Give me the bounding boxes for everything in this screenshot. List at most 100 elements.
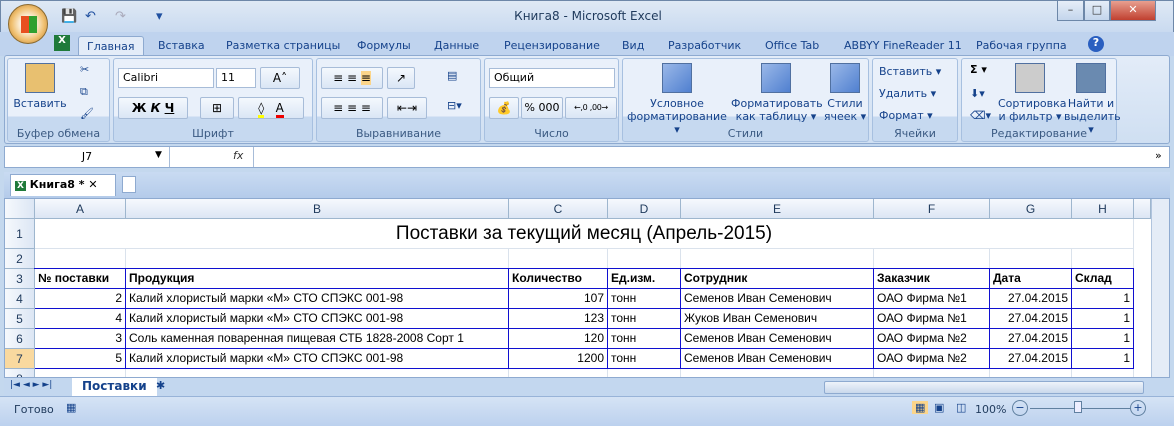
tab-home[interactable]: Главная xyxy=(78,36,144,56)
vertical-align-buttons[interactable]: ≡ ≡ ≡ xyxy=(321,67,383,89)
name-box-dropdown-icon[interactable]: ▼ xyxy=(155,150,162,160)
insert-sheet-icon[interactable]: ✱ xyxy=(156,379,165,392)
borders-button[interactable]: ⊞ xyxy=(200,97,234,119)
cell[interactable] xyxy=(990,249,1072,269)
table-cell[interactable]: 27.04.2015 xyxy=(990,329,1072,349)
column-header-E[interactable]: E xyxy=(681,199,874,219)
cell[interactable] xyxy=(1072,369,1134,377)
format-painter-icon[interactable]: 🖌 xyxy=(80,107,94,120)
macro-record-icon[interactable]: ▦ xyxy=(66,401,76,414)
table-cell[interactable]: Семенов Иван Семенович xyxy=(681,349,874,369)
increase-decimal-button[interactable]: ←,0 xyxy=(574,103,588,112)
row-header-8[interactable]: 8 xyxy=(5,369,35,377)
table-cell[interactable]: 107 xyxy=(509,289,608,309)
row-header-1[interactable]: 1 xyxy=(5,219,35,249)
insert-function-button[interactable]: fx xyxy=(233,149,243,162)
table-cell[interactable]: 120 xyxy=(509,329,608,349)
paste-button[interactable]: Вставить xyxy=(12,63,68,110)
cell[interactable] xyxy=(126,249,509,269)
table-cell[interactable]: 27.04.2015 xyxy=(990,289,1072,309)
copy-icon[interactable]: ⧉ xyxy=(80,85,88,99)
column-header-B[interactable]: B xyxy=(126,199,509,219)
cell[interactable] xyxy=(681,249,874,269)
table-header-cell[interactable]: № поставки xyxy=(35,269,126,289)
table-cell[interactable]: ОАО Фирма №1 xyxy=(874,289,990,309)
table-cell[interactable]: 123 xyxy=(509,309,608,329)
save-icon[interactable]: 💾 xyxy=(61,9,77,24)
cell[interactable] xyxy=(608,369,681,377)
table-cell[interactable]: Калий хлористый марки «М» СТО СПЭКС 001-… xyxy=(126,309,509,329)
cut-icon[interactable]: ✂ xyxy=(80,63,89,76)
cell[interactable] xyxy=(874,249,990,269)
table-cell[interactable]: 1 xyxy=(1072,329,1134,349)
table-cell[interactable]: Семенов Иван Семенович xyxy=(681,329,874,349)
decimal-buttons[interactable]: ←,0 ,00→ xyxy=(565,97,617,119)
italic-button[interactable]: К xyxy=(151,101,161,115)
page-layout-view-icon[interactable]: ▣ xyxy=(934,401,944,414)
cell[interactable] xyxy=(35,249,126,269)
font-name-select[interactable]: Calibri xyxy=(118,68,214,88)
thousands-button[interactable]: 000 xyxy=(538,101,559,114)
table-cell[interactable]: Калий хлористый марки «М» СТО СПЭКС 001-… xyxy=(126,349,509,369)
table-cell[interactable]: Жуков Иван Семенович xyxy=(681,309,874,329)
office-button[interactable] xyxy=(8,4,48,44)
help-icon[interactable]: ? xyxy=(1088,36,1104,52)
tab-page-layout[interactable]: Разметка страницы xyxy=(218,36,348,56)
tab-abbyy[interactable]: ABBYY FineReader 11 xyxy=(836,36,970,56)
workbook-tab[interactable]: X Книга8 * ✕ xyxy=(10,174,116,196)
sheet-tab-postavki[interactable]: Поставки xyxy=(72,378,157,396)
cell[interactable] xyxy=(35,369,126,377)
column-header-A[interactable]: A xyxy=(35,199,126,219)
table-header-cell[interactable]: Дата xyxy=(990,269,1072,289)
clear-icon[interactable]: ⌫▾ xyxy=(970,109,991,122)
bold-button[interactable]: Ж xyxy=(132,101,147,115)
delete-cells-button[interactable]: Удалить ▾ xyxy=(879,87,936,100)
table-cell[interactable]: 27.04.2015 xyxy=(990,349,1072,369)
tab-review[interactable]: Рецензирование xyxy=(496,36,608,56)
font-size-select[interactable]: 11 xyxy=(216,68,256,88)
cell[interactable] xyxy=(990,369,1072,377)
table-cell[interactable]: тонн xyxy=(608,329,681,349)
sort-filter-button[interactable]: Сортировка и фильтр ▾ xyxy=(998,63,1067,123)
expand-formula-bar-icon[interactable]: » xyxy=(1155,149,1162,162)
table-cell[interactable]: 5 xyxy=(35,349,126,369)
find-select-button[interactable]: Найти и выделить ▾ xyxy=(1064,63,1121,136)
percent-thousands-buttons[interactable]: % 000 xyxy=(521,97,563,119)
vertical-scrollbar[interactable] xyxy=(1151,199,1169,377)
normal-view-icon[interactable]: ▦ xyxy=(912,401,929,414)
cell[interactable] xyxy=(1072,249,1134,269)
table-cell[interactable]: 1200 xyxy=(509,349,608,369)
currency-button[interactable]: 💰 xyxy=(489,97,519,119)
cell[interactable] xyxy=(874,369,990,377)
table-cell[interactable]: Калий хлористый марки «М» СТО СПЭКС 001-… xyxy=(126,289,509,309)
autosum-button[interactable]: Σ ▾ xyxy=(970,63,987,76)
underline-button[interactable]: Ч xyxy=(165,101,175,115)
table-header-cell[interactable]: Склад xyxy=(1072,269,1134,289)
formula-input[interactable] xyxy=(253,147,1153,167)
page-break-view-icon[interactable]: ◫ xyxy=(956,401,966,414)
table-header-cell[interactable]: Ед.изм. xyxy=(608,269,681,289)
undo-icon[interactable]: ↶ xyxy=(85,9,96,24)
column-header-C[interactable]: C xyxy=(509,199,608,219)
row-header-3[interactable]: 3 xyxy=(5,269,35,289)
sheet-nav-buttons[interactable]: |◄ ◄ ► ►| xyxy=(10,380,52,390)
table-header-cell[interactable]: Заказчик xyxy=(874,269,990,289)
close-button[interactable]: ✕ xyxy=(1110,1,1156,21)
percent-button[interactable]: % xyxy=(525,101,535,114)
spreadsheet-grid[interactable]: ABCDEFGH12345678Поставки за текущий меся… xyxy=(4,198,1170,378)
select-all-corner[interactable] xyxy=(5,199,35,219)
table-cell[interactable]: 2 xyxy=(35,289,126,309)
decrease-decimal-button[interactable]: ,00→ xyxy=(590,103,609,112)
table-cell[interactable]: тонн xyxy=(608,309,681,329)
column-header-G[interactable]: G xyxy=(990,199,1072,219)
fill-color-icon[interactable]: ◊ xyxy=(258,101,265,118)
table-header-cell[interactable]: Количество xyxy=(509,269,608,289)
close-workbook-icon[interactable]: ✕ xyxy=(88,178,97,191)
conditional-formatting-button[interactable]: Условное форматирование ▾ xyxy=(627,63,727,136)
cell[interactable] xyxy=(681,369,874,377)
bold-italic-underline[interactable]: Ж К Ч xyxy=(118,97,188,119)
table-cell[interactable]: тонн xyxy=(608,349,681,369)
table-cell[interactable]: Соль каменная поваренная пищевая СТБ 182… xyxy=(126,329,509,349)
table-cell[interactable]: ОАО Фирма №2 xyxy=(874,329,990,349)
cell[interactable] xyxy=(509,369,608,377)
